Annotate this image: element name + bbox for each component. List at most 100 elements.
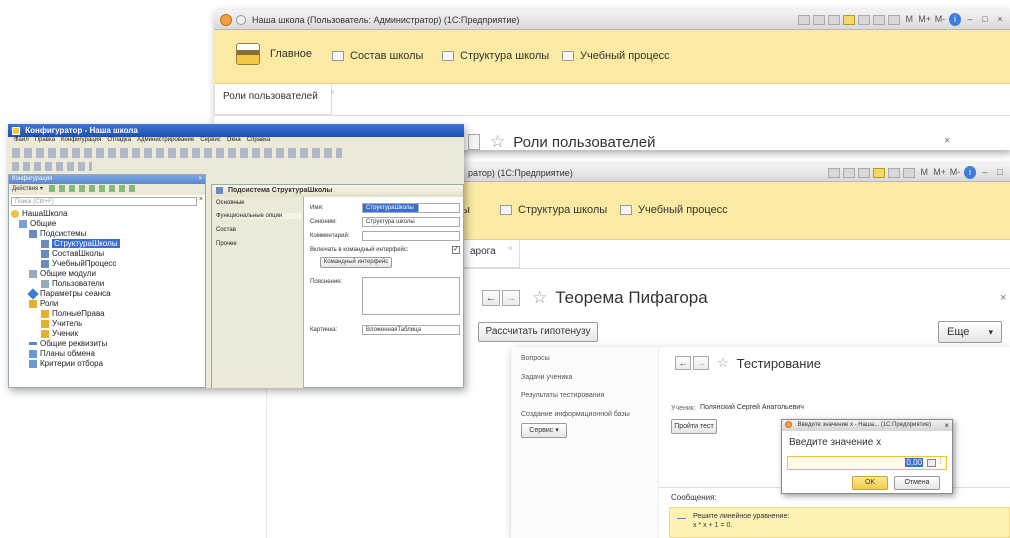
memory-plus-button[interactable]: M+	[918, 13, 931, 26]
info-icon[interactable]: i	[964, 166, 976, 179]
more-button[interactable]: Еще ▾	[938, 321, 1002, 343]
menu-debug[interactable]: Отладка	[107, 137, 131, 147]
minimize-button[interactable]: –	[964, 13, 976, 26]
tree-item-common-modules[interactable]: Общие модули	[29, 269, 96, 278]
section-learning-process[interactable]: Учебный процесс	[562, 50, 670, 62]
start-test-button[interactable]: Пройти тест	[671, 419, 717, 434]
star-icon[interactable]	[873, 167, 886, 178]
menu-windows[interactable]: Окна	[227, 137, 241, 147]
calculator-icon[interactable]	[888, 14, 901, 25]
tree-item-exchange-plans[interactable]: Планы обмена	[29, 349, 95, 358]
back-circle-icon[interactable]	[236, 14, 246, 25]
menu-file[interactable]: Файл	[14, 137, 29, 147]
search-clear-icon[interactable]: ×	[199, 196, 203, 203]
menu-service[interactable]: Сервис	[200, 137, 221, 147]
tree-item-student[interactable]: Ученик	[41, 329, 78, 338]
close-button[interactable]: ×	[994, 13, 1006, 26]
tree-item-teacher[interactable]: Учитель	[41, 319, 82, 328]
section-tab-content[interactable]: Состав	[216, 227, 236, 233]
forward-button[interactable]: →	[693, 356, 709, 370]
service-button[interactable]: Сервис ▾	[521, 423, 567, 438]
tree-item-common-attributes[interactable]: Общие реквизиты	[29, 339, 107, 348]
menu-administration[interactable]: Администрирование	[137, 137, 194, 147]
history-icon[interactable]	[843, 167, 856, 178]
panel-close-icon[interactable]: ×	[198, 175, 202, 184]
memory-minus-button[interactable]: M-	[949, 166, 961, 179]
calendar-icon[interactable]	[903, 167, 916, 178]
pythagoras-close-button[interactable]: ×	[1000, 292, 1006, 304]
name-field[interactable]: СтруктураШколы	[362, 203, 460, 213]
calculator-icon[interactable]	[927, 459, 936, 467]
history-icon[interactable]	[813, 14, 826, 25]
favorites-icon[interactable]	[858, 167, 871, 178]
compute-hypotenuse-button[interactable]: Рассчитать гипотенузу	[478, 322, 598, 342]
tree-search-input[interactable]: Поиск (Ctrl+F)	[11, 197, 197, 206]
forward-button[interactable]: →	[502, 290, 520, 306]
value-input[interactable]: 0,00 ⋮	[787, 456, 947, 470]
memory-minus-button[interactable]: M-	[934, 13, 946, 26]
section-tab-other[interactable]: Прочее	[216, 241, 237, 247]
user-roles-close-button[interactable]: ×	[944, 135, 950, 147]
section-tab-main[interactable]: Основные	[216, 200, 244, 206]
tree-item-session-params[interactable]: Параметры сеанса	[27, 287, 111, 300]
menu-configuration[interactable]: Конфигурация	[61, 137, 101, 147]
tree-item-full-rights[interactable]: ПолныеПрава	[41, 309, 105, 318]
tree-item-roles[interactable]: Роли	[29, 299, 58, 308]
info-icon[interactable]: i	[949, 13, 961, 26]
tree-item-subsystems[interactable]: Подсистемы	[29, 229, 86, 238]
maximize-button[interactable]: □	[994, 166, 1006, 179]
tab-close-icon[interactable]: ×	[330, 88, 335, 97]
memory-button[interactable]: M	[918, 166, 930, 179]
menu-edit[interactable]: Правка	[35, 137, 55, 147]
comment-field[interactable]	[362, 231, 460, 241]
tab-close-icon[interactable]: ×	[508, 244, 513, 253]
explanation-field[interactable]	[362, 277, 460, 315]
section-school-structure[interactable]: Структура школы	[442, 50, 549, 62]
tree-actions-menu[interactable]: Действия ▾	[12, 186, 43, 192]
grid-icon[interactable]	[798, 14, 811, 25]
favorite-star-icon[interactable]: ☆	[490, 132, 505, 152]
calendar-icon[interactable]	[873, 14, 886, 25]
tree-item-learning-process[interactable]: УчебныйПроцесс	[41, 259, 116, 268]
student-field[interactable]: Полянский Сергей Анатольевич	[697, 403, 897, 414]
include-checkbox[interactable]: ✓	[452, 246, 460, 254]
section-school-structure[interactable]: Структура школы	[500, 204, 607, 216]
dialog-ok-button[interactable]: OK	[852, 476, 888, 490]
maximize-button[interactable]: □	[979, 13, 991, 26]
sidebar-item-test-results[interactable]: Результаты тестирования	[521, 392, 604, 399]
tree-item-root[interactable]: НашаШкола	[11, 209, 67, 218]
sidebar-item-questions[interactable]: Вопросы	[521, 355, 550, 362]
dialog-close-icon[interactable]: ×	[944, 420, 949, 431]
grid-icon[interactable]	[828, 167, 841, 178]
command-interface-button[interactable]: Командный интерфейс	[320, 257, 392, 268]
print-icon[interactable]	[858, 14, 871, 25]
memory-button[interactable]: M	[903, 13, 915, 26]
favorite-star-icon[interactable]: ☆	[717, 355, 729, 371]
tree-item-filter-criteria[interactable]: Критерии отбора	[29, 359, 103, 368]
section-tab-functional-options[interactable]: Функциональные опции	[216, 213, 302, 219]
star-icon[interactable]	[843, 14, 856, 25]
minimize-button[interactable]: –	[979, 166, 991, 179]
section-learning-process[interactable]: Учебный процесс	[620, 204, 728, 216]
open-tab-user-roles[interactable]: Роли пользователей	[214, 85, 332, 115]
dialog-cancel-button[interactable]: Отмена	[894, 476, 940, 490]
favorite-star-icon[interactable]: ☆	[532, 288, 547, 308]
back-button[interactable]: ←	[482, 290, 500, 306]
spin-icon[interactable]: ⋮	[937, 457, 944, 465]
tree-item-users[interactable]: Пользователи	[41, 279, 104, 288]
back-nav-button[interactable]	[468, 134, 480, 150]
tree-item-school-staff[interactable]: СоставШколы	[41, 249, 104, 258]
section-main[interactable]: Главное	[236, 43, 312, 65]
sidebar-item-create-database[interactable]: Создание информационной базы	[521, 411, 630, 418]
memory-plus-button[interactable]: M+	[933, 166, 946, 179]
picture-field[interactable]: ВложеннаяТаблица	[362, 325, 460, 335]
tree-item-common[interactable]: Общие	[19, 219, 56, 228]
favorites-icon[interactable]	[828, 14, 841, 25]
sidebar-item-student-tasks[interactable]: Задачи ученика	[521, 374, 572, 381]
tree-item-school-structure[interactable]: СтруктураШколы	[41, 239, 120, 248]
synonym-field[interactable]: Структура школы	[362, 217, 460, 227]
menu-help[interactable]: Справка	[247, 137, 271, 147]
print-icon[interactable]	[888, 167, 901, 178]
section-school-staff[interactable]: Состав школы	[332, 50, 423, 62]
back-button[interactable]: ←	[675, 356, 691, 370]
